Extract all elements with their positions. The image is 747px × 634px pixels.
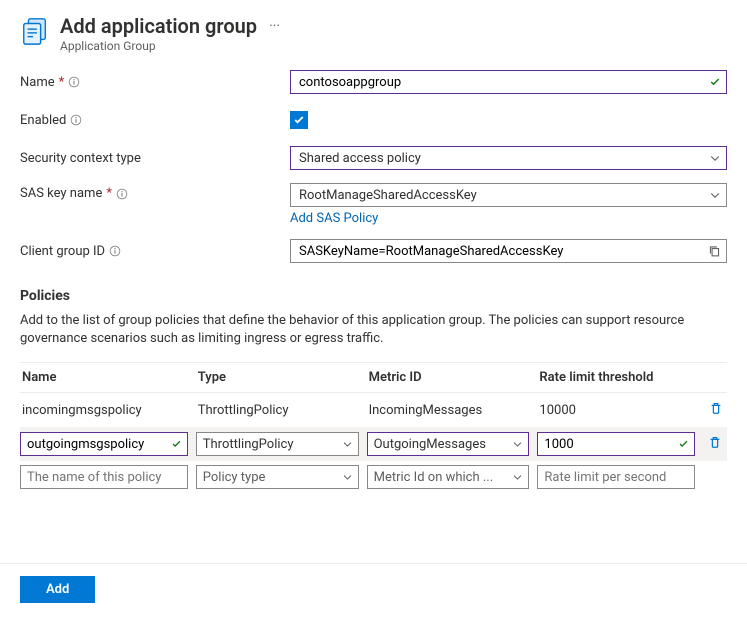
delete-icon[interactable] bbox=[709, 401, 723, 419]
name-input[interactable] bbox=[290, 70, 727, 94]
policy-name-input-new[interactable] bbox=[20, 465, 188, 489]
policy-metric-select-new[interactable]: Metric Id on which ... bbox=[367, 465, 530, 489]
info-icon[interactable] bbox=[68, 76, 80, 88]
policies-title: Policies bbox=[20, 288, 727, 304]
policy-rate: 10000 bbox=[537, 403, 695, 418]
chevron-down-icon bbox=[342, 439, 353, 450]
chevron-down-icon bbox=[709, 189, 721, 201]
required-star: * bbox=[106, 186, 112, 201]
info-icon[interactable] bbox=[116, 188, 128, 200]
required-star: * bbox=[59, 75, 65, 90]
header-rate: Rate limit threshold bbox=[537, 370, 695, 385]
more-actions-icon[interactable]: ··· bbox=[269, 18, 280, 34]
delete-icon[interactable] bbox=[708, 435, 722, 453]
header-name: Name bbox=[20, 370, 188, 385]
policy-type-select[interactable]: ThrottlingPolicy bbox=[196, 432, 359, 456]
client-group-id-field bbox=[290, 239, 727, 263]
header-type: Type bbox=[196, 370, 359, 385]
policy-type: ThrottlingPolicy bbox=[196, 403, 359, 418]
policy-type-select-new[interactable]: Policy type bbox=[196, 465, 359, 489]
chevron-down-icon bbox=[342, 472, 353, 483]
policy-metric: IncomingMessages bbox=[367, 403, 530, 418]
blade-header: Add application group Application Group … bbox=[0, 0, 747, 59]
chevron-down-icon bbox=[709, 152, 721, 164]
policies-table: Name Type Metric ID Rate limit threshold… bbox=[20, 362, 727, 493]
policy-rate-input-new[interactable] bbox=[537, 465, 695, 489]
chevron-down-icon bbox=[512, 472, 523, 483]
sas-key-name-label: SAS key name* bbox=[20, 183, 290, 201]
add-button[interactable]: Add bbox=[20, 576, 95, 603]
enabled-label: Enabled bbox=[20, 113, 290, 128]
client-group-id-label: Client group ID bbox=[20, 244, 290, 259]
policy-row: incomingmsgspolicy ThrottlingPolicy Inco… bbox=[20, 393, 727, 427]
security-context-label: Security context type bbox=[20, 151, 290, 166]
name-label: Name* bbox=[20, 75, 290, 90]
footer-bar: Add bbox=[0, 563, 747, 615]
security-context-select[interactable]: Shared access policy bbox=[290, 146, 727, 170]
sas-key-name-select[interactable]: RootManageSharedAccessKey bbox=[290, 183, 727, 207]
page-subtitle: Application Group bbox=[60, 39, 257, 53]
info-icon[interactable] bbox=[70, 114, 82, 126]
enabled-checkbox[interactable] bbox=[290, 111, 308, 129]
page-title: Add application group bbox=[60, 14, 257, 38]
policies-description: Add to the list of group policies that d… bbox=[20, 312, 727, 348]
policy-name: incomingmsgspolicy bbox=[20, 403, 188, 418]
policy-rate-input[interactable] bbox=[537, 432, 695, 456]
info-icon[interactable] bbox=[109, 245, 121, 257]
check-icon bbox=[171, 439, 182, 450]
chevron-down-icon bbox=[512, 439, 523, 450]
policies-header: Name Type Metric ID Rate limit threshold bbox=[20, 362, 727, 393]
check-icon bbox=[709, 76, 721, 88]
policy-name-input[interactable] bbox=[20, 432, 188, 456]
policy-row-new: Policy type Metric Id on which ... bbox=[20, 461, 727, 493]
app-group-icon bbox=[20, 16, 50, 46]
policy-row-editing: ThrottlingPolicy OutgoingMessages bbox=[20, 427, 727, 461]
check-icon bbox=[678, 439, 689, 450]
header-metric: Metric ID bbox=[367, 370, 530, 385]
add-sas-policy-link[interactable]: Add SAS Policy bbox=[290, 211, 378, 226]
policy-metric-select[interactable]: OutgoingMessages bbox=[367, 432, 530, 456]
copy-icon[interactable] bbox=[708, 245, 721, 258]
